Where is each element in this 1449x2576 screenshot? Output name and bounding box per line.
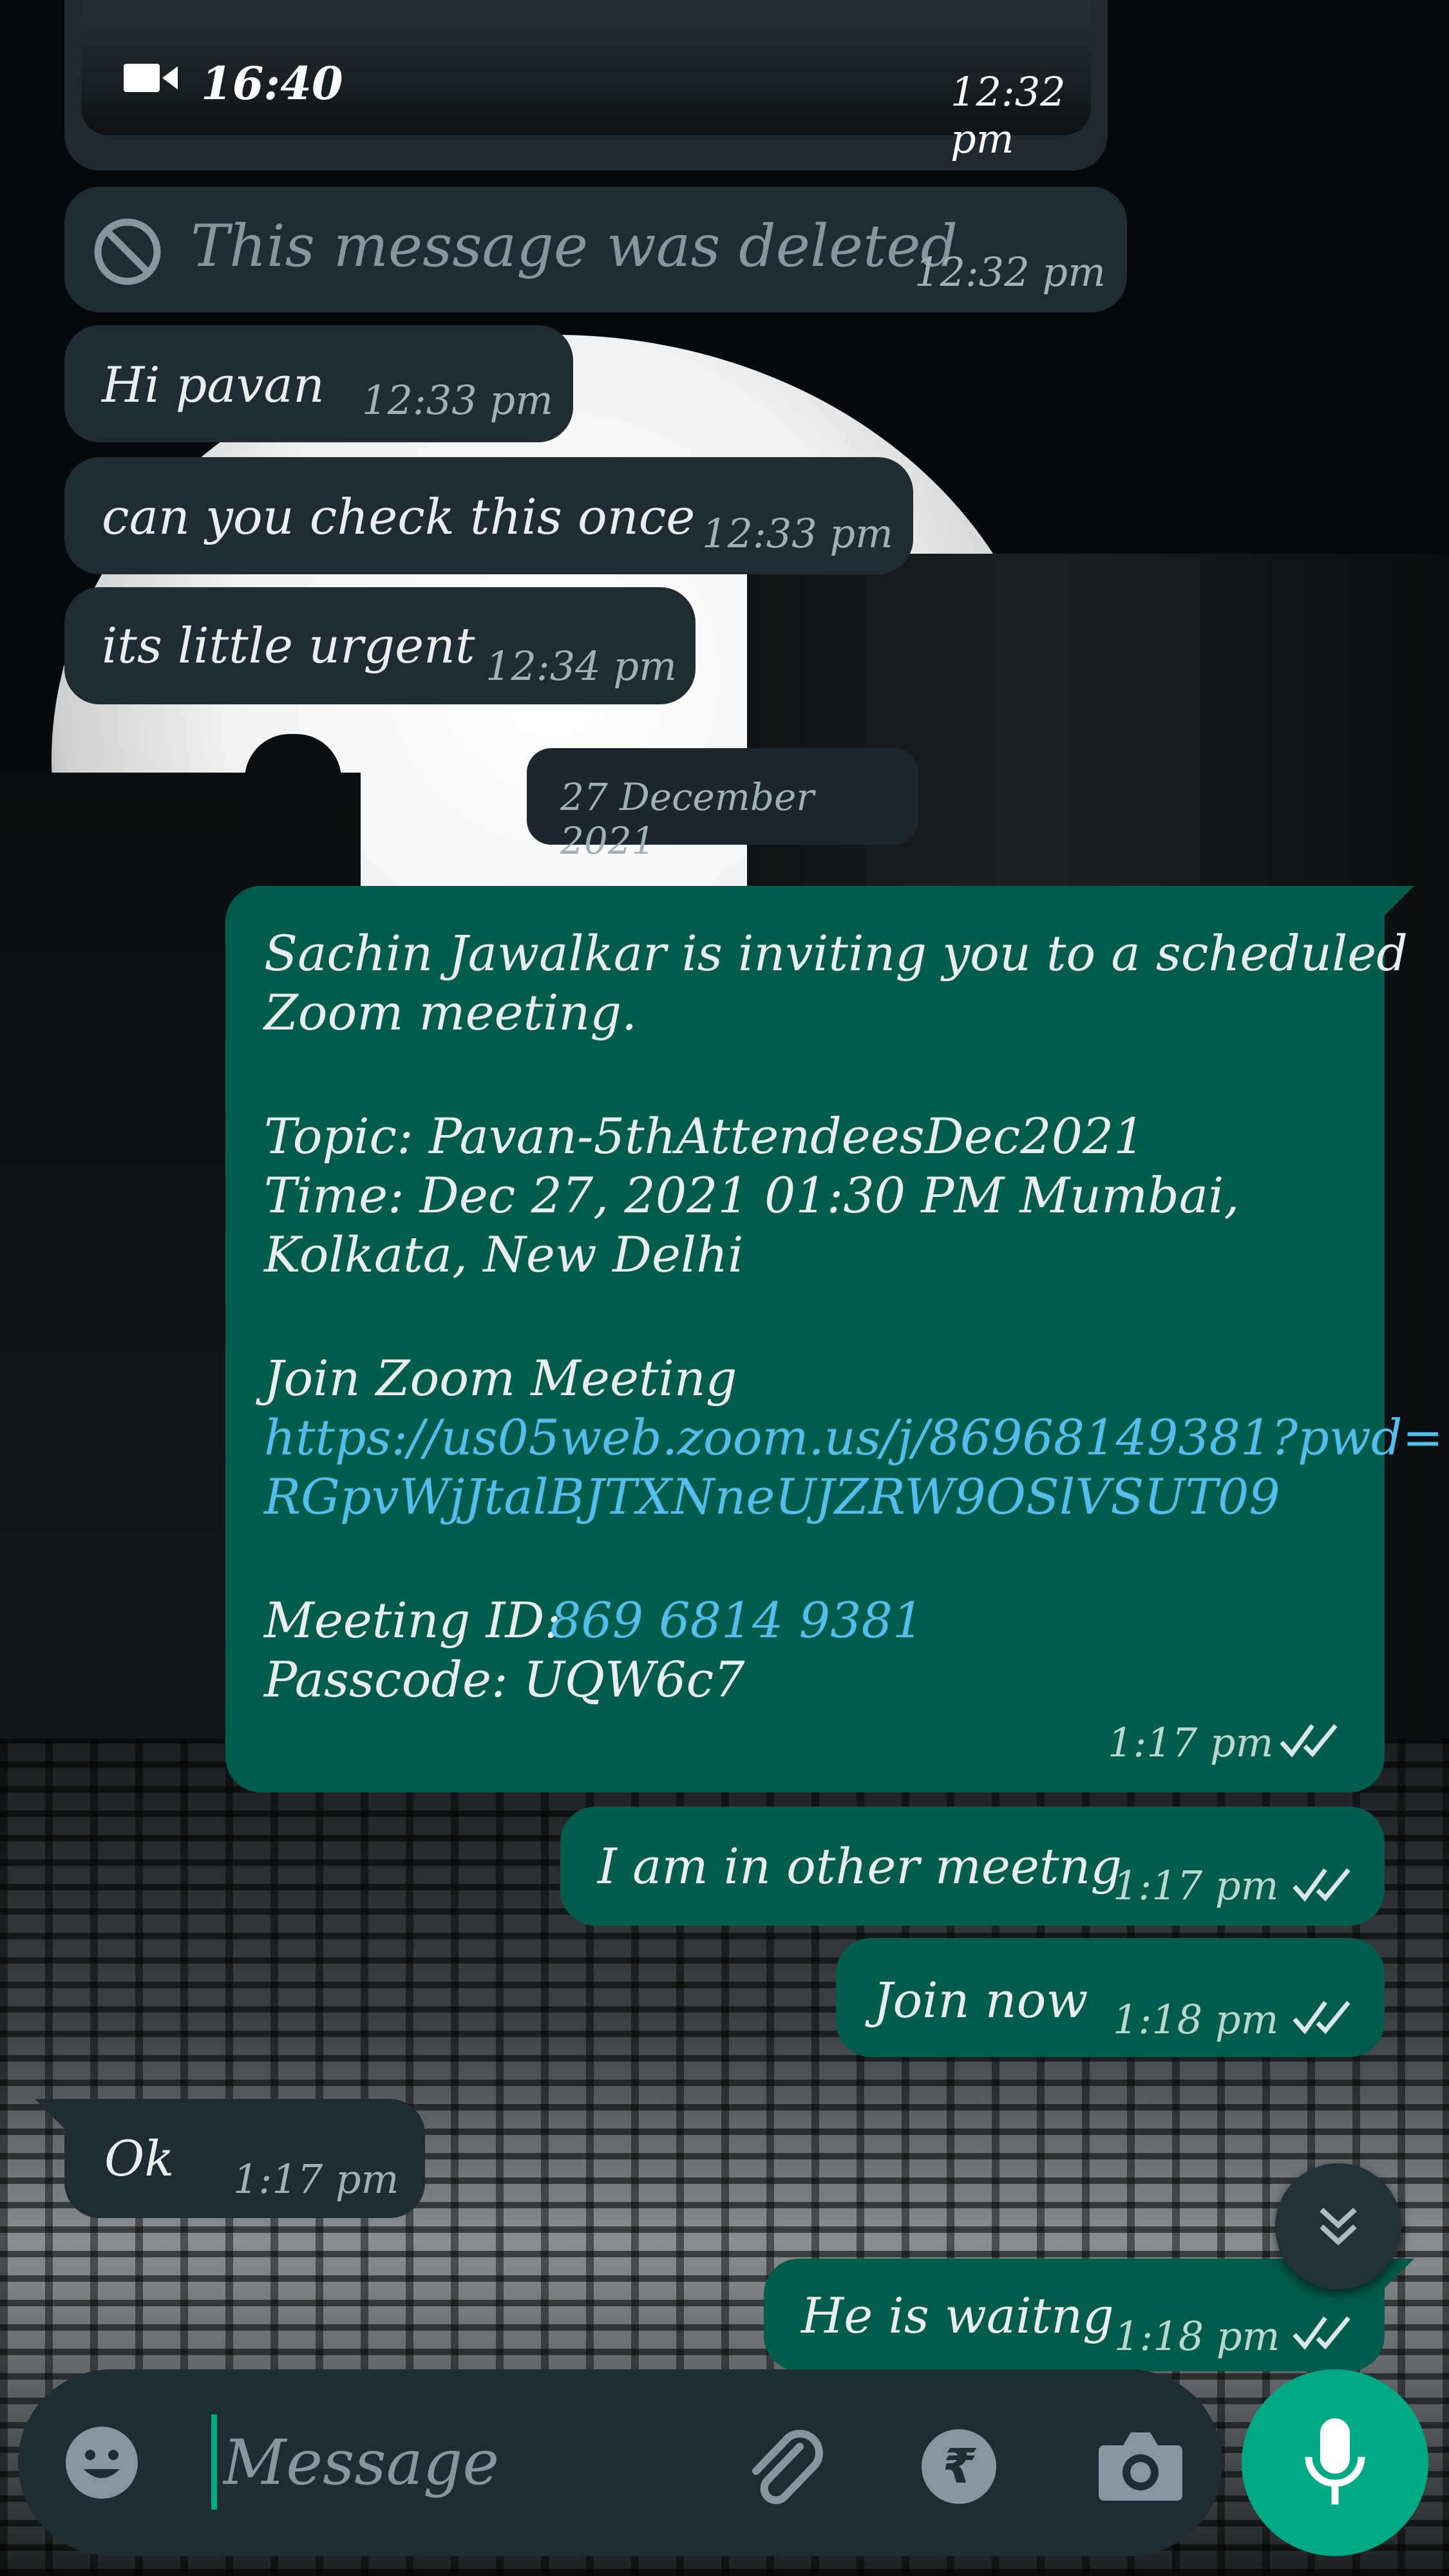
message-time: 12:32 pm xyxy=(951,68,1066,162)
read-receipt-icon xyxy=(1293,1868,1350,1902)
invite-text-line: Zoom meeting. xyxy=(264,984,638,1041)
meeting-passcode: Passcode: UQW6c7 xyxy=(264,1651,745,1708)
emoji-icon[interactable] xyxy=(63,2424,140,2501)
incoming-message-bubble[interactable]: its little urgent 12:34 pm xyxy=(64,587,696,704)
bubble-tail xyxy=(35,2099,64,2129)
text-cursor xyxy=(211,2414,217,2510)
zoom-invite-message-bubble[interactable]: Sachin Jawalkar is inviting you to a sch… xyxy=(225,886,1443,1792)
incoming-message-bubble[interactable]: Hi pavan 12:33 pm xyxy=(64,325,573,442)
blocked-icon xyxy=(94,218,161,285)
svg-text:₹: ₹ xyxy=(942,2439,977,2494)
date-separator: 27 December 2021 xyxy=(527,748,918,863)
join-meeting-label: Join Zoom Meeting xyxy=(264,1349,737,1407)
message-time: 1:17 pm xyxy=(1108,1719,1274,1766)
outgoing-message-bubble[interactable]: He is waitng 1:18 pm xyxy=(764,2259,1385,2371)
video-duration: 16:40 xyxy=(201,57,343,110)
message-text: I am in other meetng xyxy=(598,1838,1122,1895)
message-text: Join now xyxy=(873,1971,1088,2029)
deleted-message-text: This message was deleted xyxy=(191,212,958,280)
message-text: Ok xyxy=(104,2130,175,2187)
meeting-id[interactable]: 869 6814 9381 xyxy=(550,1592,923,1649)
message-time: 1:18 pm xyxy=(1114,2313,1280,2360)
meeting-time-zone: Kolkata, New Delhi xyxy=(264,1226,744,1283)
deleted-message-bubble[interactable]: This message was deleted 12:32 pm xyxy=(64,187,1127,312)
rupee-payment-icon[interactable]: ₹ xyxy=(920,2427,998,2506)
message-time: 1:17 pm xyxy=(1113,1862,1279,1909)
incoming-message-bubble[interactable]: Ok 1:17 pm xyxy=(35,2099,425,2218)
message-text: can you check this once xyxy=(102,488,696,545)
bubble-tail xyxy=(1385,886,1414,916)
message-text: He is waitng xyxy=(801,2287,1114,2344)
invite-text-line: Sachin Jawalkar is inviting you to a sch… xyxy=(264,925,1408,982)
camera-icon[interactable] xyxy=(1097,2427,1184,2502)
meeting-link[interactable]: https://us05web.zoom.us/j/86968149381?pw… xyxy=(264,1409,1443,1466)
meeting-topic: Topic: Pavan-5thAttendeesDec2021 xyxy=(264,1107,1145,1165)
incoming-message-bubble[interactable]: can you check this once 12:33 pm xyxy=(64,457,913,574)
message-time: 12:32 pm xyxy=(914,249,1106,296)
message-time: 12:33 pm xyxy=(702,510,893,557)
message-input[interactable] xyxy=(222,2404,726,2521)
microphone-icon xyxy=(1305,2418,1365,2505)
outgoing-message-bubble[interactable]: I am in other meetng 1:17 pm xyxy=(560,1807,1385,1926)
outgoing-message-bubble[interactable]: Join now 1:18 pm xyxy=(836,1938,1385,2057)
message-time: 1:17 pm xyxy=(233,2156,399,2203)
meeting-link-continued[interactable]: RGpvWjJtalBJTXNneUJZRW9OSlVSUT09 xyxy=(264,1468,1280,1525)
double-chevron-down-icon xyxy=(1320,2208,1357,2246)
message-text: its little urgent xyxy=(102,617,475,674)
message-time: 1:18 pm xyxy=(1113,1996,1279,2043)
video-message-bubble[interactable]: 16:40 12:32 pm xyxy=(64,0,1108,171)
scroll-to-bottom-button[interactable] xyxy=(1275,2163,1401,2289)
read-receipt-icon xyxy=(1293,2316,1350,2350)
read-receipt-icon xyxy=(1280,1724,1338,1758)
date-separator-label: 27 December 2021 xyxy=(560,775,815,863)
wallpaper-tower xyxy=(245,734,341,850)
message-time: 12:34 pm xyxy=(486,643,677,690)
message-composer: ₹ xyxy=(18,2369,1222,2556)
voice-record-button[interactable] xyxy=(1242,2369,1428,2556)
read-receipt-icon xyxy=(1293,2000,1350,2035)
paperclip-icon[interactable] xyxy=(738,2421,828,2511)
video-camera-icon xyxy=(124,64,178,92)
message-time: 12:33 pm xyxy=(362,377,553,424)
meeting-time: Time: Dec 27, 2021 01:30 PM Mumbai, xyxy=(264,1167,1240,1224)
message-text: Hi pavan xyxy=(102,356,325,413)
meeting-id-label: Meeting ID: xyxy=(264,1592,561,1649)
